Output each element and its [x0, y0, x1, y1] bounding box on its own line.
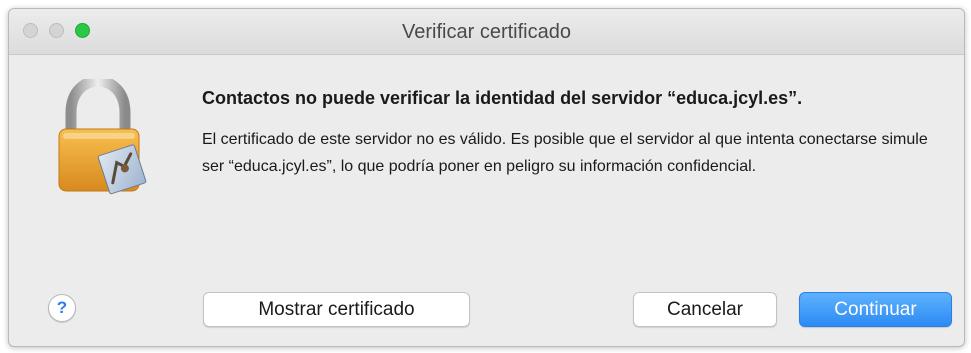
help-icon: ?	[56, 298, 68, 317]
show-certificate-button[interactable]: Mostrar certificado	[203, 292, 470, 327]
dialog-message: El certificado de este servidor no es vá…	[202, 131, 928, 175]
continue-button[interactable]: Continuar	[799, 292, 952, 327]
title-bar: Verificar certificado	[9, 9, 964, 55]
window-title: Verificar certificado	[402, 21, 571, 43]
help-button[interactable]: ?	[48, 294, 76, 322]
certificate-dialog-window: Verificar certificado Contactos no puede…	[8, 8, 965, 347]
dialog-heading: Contactos no puede verificar la identida…	[202, 88, 803, 108]
padlock-certificate-icon	[53, 75, 153, 199]
cancel-button[interactable]: Cancelar	[633, 292, 777, 327]
